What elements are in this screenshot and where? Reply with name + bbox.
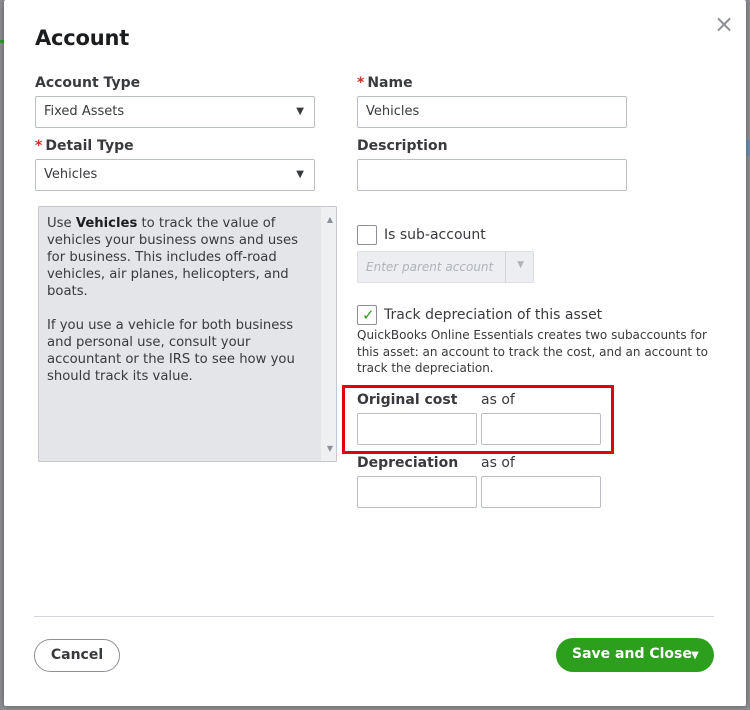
account-type-label: Account Type — [35, 75, 141, 91]
detail-type-select[interactable]: Vehicles ▼ — [35, 159, 315, 191]
description-label: Description — [357, 138, 448, 154]
chevron-down-icon: ▼ — [296, 169, 304, 180]
save-and-close-label: Save and Close — [572, 646, 692, 662]
detail-type-description-panel: Use Vehicles to track the value of vehic… — [38, 206, 337, 462]
footer-divider — [34, 616, 714, 617]
chevron-down-icon: ▼ — [296, 106, 304, 117]
track-depreciation-checkbox[interactable]: ✓ — [357, 305, 377, 325]
depreciation-input[interactable] — [357, 476, 477, 508]
required-marker: * — [35, 138, 43, 154]
dialog-title: Account — [35, 26, 130, 50]
detail-type-value: Vehicles — [44, 167, 98, 182]
background-app-edge-right — [746, 140, 750, 156]
close-icon[interactable]: × — [713, 12, 735, 36]
name-input-value: Vehicles — [366, 104, 420, 119]
name-label: * Name — [357, 75, 413, 91]
checkmark-icon: ✓ — [362, 306, 375, 324]
chevron-down-icon: ▼ — [517, 260, 524, 270]
track-depreciation-label: Track depreciation of this asset — [384, 307, 603, 323]
name-label-text: Name — [367, 75, 413, 91]
save-and-close-button[interactable]: Save and Close ▼ — [556, 638, 714, 672]
detail-type-label-text: Detail Type — [45, 138, 134, 154]
scrollbar[interactable]: ▲ ▼ — [321, 207, 336, 461]
depreciation-info-text: QuickBooks Online Essentials creates two… — [357, 328, 708, 375]
parent-account-select[interactable]: Enter parent account ▼ — [357, 251, 534, 283]
account-type-select[interactable]: Fixed Assets ▼ — [35, 96, 315, 128]
cancel-button[interactable]: Cancel — [34, 639, 120, 672]
select-divider — [505, 252, 506, 282]
required-marker: * — [357, 75, 365, 91]
account-type-value: Fixed Assets — [44, 104, 125, 119]
depreciation-date-input[interactable] — [481, 476, 601, 508]
save-options-chevron-icon[interactable]: ▼ — [684, 638, 706, 672]
name-input[interactable]: Vehicles — [357, 96, 627, 128]
sub-account-checkbox[interactable] — [357, 225, 377, 245]
original-cost-highlight — [342, 385, 614, 454]
help-text-prefix: Use — [47, 216, 76, 231]
help-text-bold: Vehicles — [75, 216, 138, 231]
sub-account-label: Is sub-account — [384, 227, 486, 243]
depreciation-label: Depreciation — [357, 455, 459, 471]
detail-type-label: * Detail Type — [35, 138, 134, 154]
detail-type-description: Use Vehicles to track the value of vehic… — [47, 215, 317, 402]
scroll-up-icon[interactable]: ▲ — [327, 211, 333, 228]
parent-account-placeholder: Enter parent account — [366, 260, 494, 274]
description-input[interactable] — [357, 159, 627, 191]
account-dialog: × Account Account Type Fixed Assets ▼ * D… — [4, 0, 746, 706]
scroll-down-icon[interactable]: ▼ — [327, 440, 333, 457]
help-text-paragraph-2: If you use a vehicle for both business a… — [47, 318, 295, 384]
depreciation-as-of-label: as of — [481, 455, 515, 471]
